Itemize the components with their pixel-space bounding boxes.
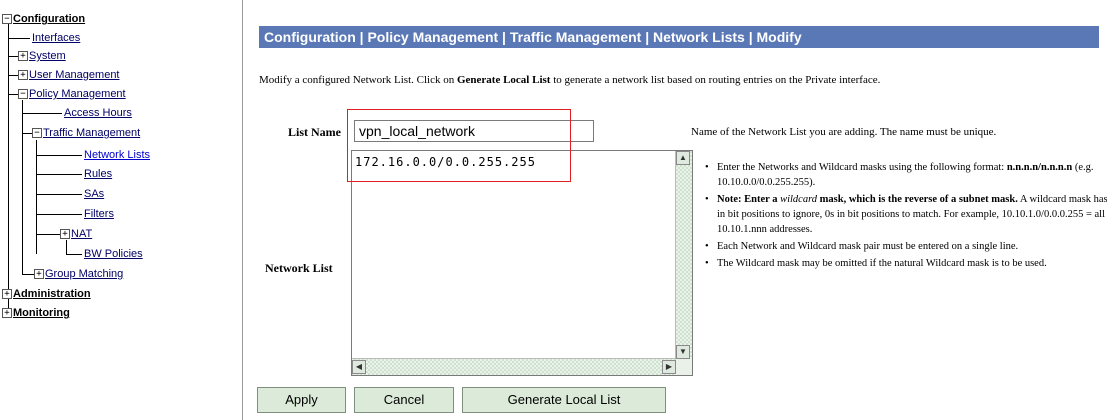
page-title: Configuration | Policy Management | Traf… [259,26,1099,48]
expand-icon[interactable]: + [2,289,12,300]
tree-link-access-hours[interactable]: Access Hours [64,107,132,119]
intro-suffix: to generate a network list based on rout… [550,74,881,86]
tree-link-sas[interactable]: SAs [84,188,104,200]
network-list-label: Network List [265,261,333,275]
tree-item-policy-management[interactable]: − Policy Management [18,86,126,102]
collapse-icon[interactable]: − [18,89,28,100]
tree-connector [22,113,62,114]
intro-prefix: Modify a configured Network List. Click … [259,74,457,86]
tree-connector [22,274,34,275]
tree-item-user-management[interactable]: + User Management [18,67,120,83]
tree-link-network-lists[interactable]: Network Lists [84,149,150,161]
navigation-tree: − Configuration Interfaces + System + User … [0,0,243,420]
help-text: Enter the Networks and Wildcard masks us… [717,162,1007,173]
tree-connector [22,100,23,274]
content-pane: Configuration | Policy Management | Traf… [243,0,1107,420]
generate-local-list-button[interactable]: Generate Local List [462,387,666,413]
tree-connector [8,38,30,39]
tree-connector [66,254,82,255]
help-bold: mask, which is the reverse of a subnet m… [817,194,1018,205]
tree-link-interfaces[interactable]: Interfaces [32,32,80,44]
expand-icon[interactable]: + [18,51,28,62]
tree-item-sas[interactable]: SAs [84,186,104,202]
expand-icon[interactable]: + [18,70,28,81]
tree-link-monitoring[interactable]: Monitoring [13,307,70,319]
tree-item-bw-policies[interactable]: BW Policies [84,246,143,262]
tree-connector [8,94,18,95]
scroll-up-icon[interactable]: ▲ [676,151,690,165]
tree-link-rules[interactable]: Rules [84,168,112,180]
tree-connector [36,140,37,254]
horizontal-scrollbar[interactable]: ◀ ▶ [352,358,676,375]
help-text: Each Network and Wildcard mask pair must… [717,241,1019,252]
scrollbar-corner [676,359,692,375]
scroll-right-icon[interactable]: ▶ [662,360,676,374]
tree-link-administration[interactable]: Administration [13,288,91,300]
tree-link-bw-policies[interactable]: BW Policies [84,248,143,260]
vertical-scrollbar[interactable]: ▲ ▼ [675,151,692,359]
tree-connector [8,56,18,57]
help-item: The Wildcard mask may be omitted if the … [705,256,1107,271]
tree-item-rules[interactable]: Rules [84,166,112,182]
tree-item-administration[interactable]: + Administration [2,286,91,302]
tree-connector [22,133,32,134]
tree-connector [66,240,67,254]
help-item: Enter the Networks and Wildcard masks us… [705,160,1107,190]
intro-bold: Generate Local List [456,74,551,86]
tree-item-network-lists[interactable]: Network Lists [84,147,150,163]
tree-item-interfaces[interactable]: Interfaces [32,30,80,46]
tree-link-user-management[interactable]: User Management [29,69,120,81]
tree-connector [36,155,82,156]
expand-icon[interactable]: + [34,269,44,280]
tree-item-system[interactable]: + System [18,48,66,64]
tree-link-configuration[interactable]: Configuration [13,13,85,25]
tree-link-group-matching[interactable]: Group Matching [45,268,123,280]
list-name-input[interactable] [354,120,594,142]
tree-link-filters[interactable]: Filters [84,208,114,220]
help-item: Note: Enter a wildcard mask, which is th… [705,192,1107,237]
tree-connector [8,75,18,76]
tree-connector [36,214,82,215]
tree-link-system[interactable]: System [29,50,66,62]
tree-item-access-hours[interactable]: Access Hours [64,105,132,121]
tree-link-nat[interactable]: NAT [71,228,92,240]
scroll-left-icon[interactable]: ◀ [352,360,366,374]
cancel-button[interactable]: Cancel [354,387,454,413]
collapse-icon[interactable]: − [32,128,42,139]
tree-connector [8,20,9,312]
tree-connector [36,174,82,175]
help-item: Each Network and Wildcard mask pair must… [705,239,1107,254]
help-bold: Note: Enter a [717,194,781,205]
tree-item-filters[interactable]: Filters [84,206,114,222]
network-list-text: 172.16.0.0/0.0.255.255 [355,155,536,169]
apply-button[interactable]: Apply [257,387,346,413]
help-italic: wildcard [780,194,818,205]
network-list-help: Enter the Networks and Wildcard masks us… [691,160,1107,273]
expand-icon[interactable]: + [2,308,12,319]
intro-text: Modify a configured Network List. Click … [259,74,1099,86]
expand-icon[interactable]: + [60,229,70,240]
list-name-help: Name of the Network List you are adding.… [691,126,997,138]
network-list-textarea[interactable]: 172.16.0.0/0.0.255.255 ▲ ▼ ◀ ▶ [351,150,693,376]
tree-link-traffic-management[interactable]: Traffic Management [43,127,140,139]
scroll-down-icon[interactable]: ▼ [676,345,690,359]
tree-item-monitoring[interactable]: + Monitoring [2,305,70,321]
help-text: The Wildcard mask may be omitted if the … [717,258,1047,269]
collapse-icon[interactable]: − [2,14,12,25]
tree-connector [36,194,82,195]
tree-item-configuration[interactable]: − Configuration [2,11,85,27]
tree-item-group-matching[interactable]: + Group Matching [34,266,123,282]
help-bold: n.n.n.n/n.n.n.n [1006,162,1073,173]
tree-item-nat[interactable]: + NAT [60,226,92,242]
tree-link-policy-management[interactable]: Policy Management [29,88,126,100]
list-name-label: List Name [288,125,341,139]
tree-item-traffic-management[interactable]: − Traffic Management [32,125,140,141]
